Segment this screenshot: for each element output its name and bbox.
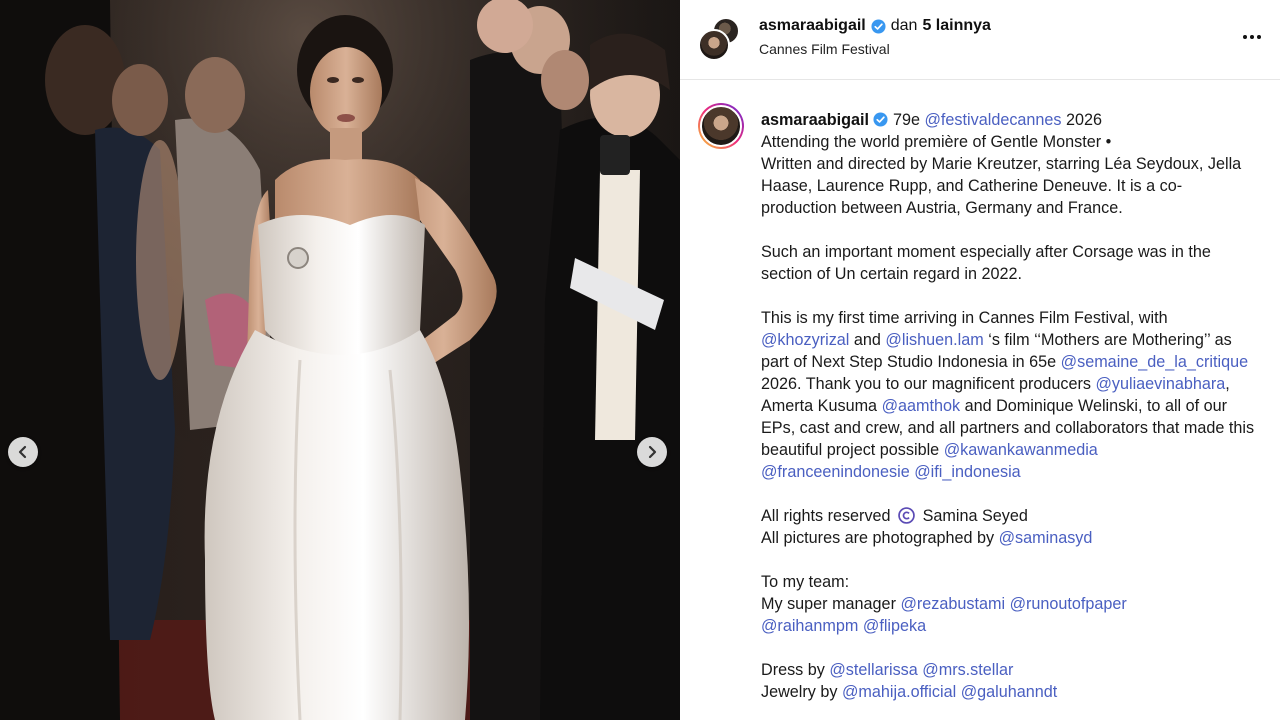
- post-header: asmaraabigail dan 5 lainnya Cannes Film …: [680, 0, 1280, 80]
- caption-text: part of Next Step Studio Indonesia in 65…: [761, 353, 1057, 371]
- mention-link[interactable]: @runoutofpaper: [1010, 595, 1127, 613]
- caption-text: Samina Seyed: [922, 507, 1028, 525]
- caption-text: ‘s film ‘‘Mothers are Mothering’’ as: [988, 331, 1232, 349]
- verified-badge-icon: [871, 18, 886, 34]
- caption-line: production between Austria, Germany and …: [761, 199, 1123, 217]
- mention-link[interactable]: @franceenindonesie: [761, 463, 910, 481]
- header-username[interactable]: asmaraabigail: [759, 17, 866, 35]
- caption-line: part of Next Step Studio Indonesia in 65…: [761, 351, 1273, 373]
- caption-line: EPs, cast and crew, and all partners and…: [761, 419, 1255, 437]
- header-and-text: dan: [890, 17, 918, 34]
- caption-text: 2026: [1066, 111, 1103, 129]
- caption-line: Dress by @stellarissa @mrs.stellar: [761, 659, 1273, 681]
- caption-line: section of Un certain regard in 2022.: [761, 265, 1022, 283]
- copyright-icon: [898, 507, 915, 524]
- caption-line: My super manager @rezabustami @runoutofp…: [761, 593, 1273, 615]
- caption-line: To my team:: [761, 573, 850, 591]
- more-options-button[interactable]: [1238, 26, 1266, 48]
- mention-link[interactable]: @ifi_indonesia: [914, 463, 1020, 481]
- mention-link[interactable]: @flipeka: [863, 617, 926, 635]
- caption-line: @raihanmpm @flipeka: [761, 615, 1273, 637]
- collab-avatars[interactable]: [698, 17, 742, 61]
- caption-text: ,: [1225, 375, 1230, 393]
- chevron-right-icon: [648, 445, 657, 459]
- caption-text: Amerta Kusuma: [761, 397, 878, 415]
- mention-link[interactable]: @aamthok: [882, 397, 961, 415]
- caption-text: 2026. Thank you to our magnificent produ…: [761, 375, 1091, 393]
- caption-text: beautiful project possible: [761, 441, 940, 459]
- mention-link[interactable]: @yuliaevinabhara: [1095, 375, 1225, 393]
- mention-link[interactable]: @kawankawanmedia: [944, 441, 1098, 459]
- next-photo-button[interactable]: [637, 437, 667, 467]
- mention-link[interactable]: @semaine_de_la_critique: [1061, 353, 1248, 371]
- red-carpet-photo: [0, 0, 680, 720]
- header-others-link[interactable]: 5 lainnya: [922, 17, 990, 35]
- mention-link[interactable]: @raihanmpm: [761, 617, 858, 635]
- caption-line: This is my first time arriving in Cannes…: [761, 309, 1168, 327]
- caption-line: beautiful project possible @kawankawanme…: [761, 439, 1273, 461]
- caption-line: Such an important moment especially afte…: [761, 243, 1211, 261]
- caption-text: All pictures are photographed by: [761, 529, 995, 547]
- author-avatar: [698, 29, 730, 61]
- caption-line: Jewelry by @mahija.official @galuhanndt: [761, 681, 1273, 703]
- caption-text: Jewelry by: [761, 683, 838, 701]
- caption-text: and Dominique Welinski, to all of our: [964, 397, 1228, 415]
- caption-text: 79e: [892, 111, 920, 129]
- header-location[interactable]: Cannes Film Festival: [759, 41, 890, 57]
- more-options-icon: [1243, 35, 1247, 39]
- previous-photo-button[interactable]: [8, 437, 38, 467]
- caption-line: @khozyrizal and @lishuen.lam ‘s film ‘‘M…: [761, 329, 1273, 351]
- caption-text: Dress by: [761, 661, 825, 679]
- mention-link[interactable]: @saminasyd: [999, 529, 1093, 547]
- mention-link[interactable]: @stellarissa: [829, 661, 917, 679]
- chevron-left-icon: [18, 445, 27, 459]
- mention-link[interactable]: @khozyrizal: [761, 331, 849, 349]
- header-author-line: asmaraabigail dan 5 lainnya: [759, 17, 991, 35]
- caption-line: @franceenindonesie @ifi_indonesia: [761, 461, 1273, 483]
- caption-line: All pictures are photographed by @samina…: [761, 527, 1273, 549]
- mention-link[interactable]: @mrs.stellar: [922, 661, 1013, 679]
- caption-line: Amerta Kusuma @aamthok and Dominique Wel…: [761, 395, 1273, 417]
- caption-line: Attending the world première of Gentle M…: [761, 133, 1112, 151]
- mention-link[interactable]: @galuhanndt: [961, 683, 1058, 701]
- mention-link[interactable]: @lishuen.lam: [885, 331, 983, 349]
- caption-author-avatar[interactable]: [698, 103, 744, 149]
- mention-link[interactable]: @rezabustami: [900, 595, 1005, 613]
- caption-text: All rights reserved: [761, 507, 891, 525]
- caption-username[interactable]: asmaraabigail: [761, 111, 869, 129]
- caption-line: asmaraabigail 79e @festivaldecannes 2026: [761, 109, 1273, 131]
- caption-line: All rights reserved Samina Seyed: [761, 505, 1273, 527]
- post-caption: asmaraabigail 79e @festivaldecannes 2026…: [761, 109, 1273, 703]
- caption-line: 2026. Thank you to our magnificent produ…: [761, 373, 1273, 395]
- caption-line: Written and directed by Marie Kreutzer, …: [761, 155, 1242, 173]
- post-photo[interactable]: [0, 0, 680, 720]
- caption-text: and: [853, 331, 881, 349]
- mention-link[interactable]: @festivaldecannes: [925, 111, 1062, 129]
- caption-line: Haase, Laurence Rupp, and Catherine Dene…: [761, 177, 1183, 195]
- caption-text: My super manager: [761, 595, 896, 613]
- verified-badge-icon: [873, 112, 889, 127]
- post-side-panel: asmaraabigail dan 5 lainnya Cannes Film …: [680, 0, 1280, 720]
- mention-link[interactable]: @mahija.official: [842, 683, 956, 701]
